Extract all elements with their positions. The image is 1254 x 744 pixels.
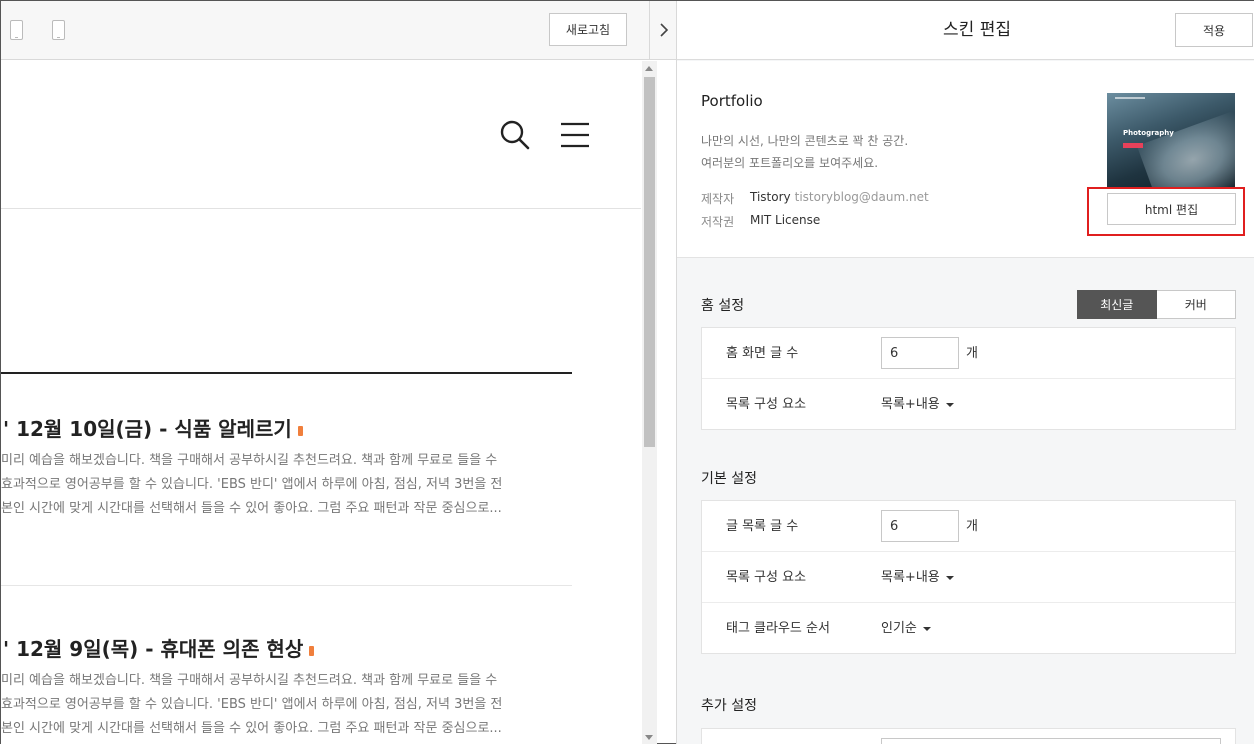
collapse-preview-button[interactable] xyxy=(649,1,677,60)
skin-thumbnail: Photography xyxy=(1107,93,1235,187)
extra-settings-box xyxy=(701,728,1236,744)
post-list-count-input[interactable] xyxy=(881,510,959,542)
skin-info-card: Portfolio 나만의 시선, 나만의 콘텐츠로 꽉 찬 공간. 여러분의 … xyxy=(677,61,1254,258)
editor-header: 스킨 편집 적용 xyxy=(677,1,1254,60)
home-settings-title: 홈 설정 xyxy=(701,298,745,314)
post-title[interactable]: ' 12월 9일(목) - 휴대폰 의존 현상 xyxy=(3,633,315,662)
list-elements-select[interactable]: 목록+내용 xyxy=(881,552,954,603)
home-list-elements-select[interactable]: 목록+내용 xyxy=(881,379,954,430)
tag-cloud-order-row: 태그 클라우드 순서 인기순 xyxy=(702,603,1235,654)
home-list-elements-row: 목록 구성 요소 목록+내용 xyxy=(702,379,1235,430)
tablet-view-icon[interactable] xyxy=(10,20,23,40)
author-value: Tistory tistoryblog@daum.net xyxy=(750,190,929,204)
apply-button[interactable]: 적용 xyxy=(1175,13,1253,47)
caret-down-icon xyxy=(945,402,954,407)
blog-preview: ' 12월 10일(금) - 식품 알레르기 미리 예습을 해보겠습니다. 책을… xyxy=(1,61,657,744)
post-excerpt: 미리 예습을 해보겠습니다. 책을 구매해서 공부하시길 추천드려요. 책과 함… xyxy=(1,453,503,516)
basic-settings-title: 기본 설정 xyxy=(701,471,757,487)
caret-down-icon xyxy=(945,575,954,580)
skin-description: 여러분의 포트폴리오를 보여주세요. xyxy=(701,156,879,170)
post-excerpt: 미리 예습을 해보겠습니다. 책을 구매해서 공부하시길 추천드려요. 책과 함… xyxy=(1,673,503,736)
header-divider xyxy=(1,208,641,209)
skin-editor-panel: 스킨 편집 적용 Portfolio 나만의 시선, 나만의 콘텐츠로 꽉 찬 … xyxy=(677,1,1254,744)
home-post-count-row: 홈 화면 글 수 개 xyxy=(702,328,1235,379)
post-divider xyxy=(1,585,572,586)
home-post-count-input[interactable] xyxy=(881,337,959,369)
post-item[interactable]: ' 12월 10일(금) - 식품 알레르기 미리 예습을 해보겠습니다. 책을… xyxy=(1,413,572,593)
new-badge-icon xyxy=(309,645,315,656)
thumbnail-caption: Photography xyxy=(1123,129,1174,137)
preview-toolbar: 새로고침 xyxy=(1,1,657,60)
post-title[interactable]: ' 12월 10일(금) - 식품 알레르기 xyxy=(3,413,303,442)
scroll-up-icon[interactable] xyxy=(645,66,653,71)
scroll-down-icon[interactable] xyxy=(645,735,653,740)
tag-cloud-order-select[interactable]: 인기순 xyxy=(881,603,931,654)
skin-name: Portfolio xyxy=(701,92,763,110)
menu-icon[interactable] xyxy=(559,121,591,149)
preview-scrollbar[interactable] xyxy=(642,61,657,744)
search-icon[interactable] xyxy=(499,119,531,151)
html-edit-button[interactable]: html 편집 xyxy=(1107,193,1236,225)
basic-settings-box: 글 목록 글 수 개 목록 구성 요소 목록+내용 태그 클라우드 순서 인기순 xyxy=(701,500,1236,654)
license-label: 저작권 xyxy=(701,215,735,229)
list-elements-row: 목록 구성 요소 목록+내용 xyxy=(702,552,1235,603)
toggle-cover-button[interactable]: 커버 xyxy=(1156,290,1236,319)
new-badge-icon xyxy=(297,425,303,436)
refresh-button[interactable]: 새로고침 xyxy=(549,13,627,46)
scroll-thumb[interactable] xyxy=(644,77,655,447)
extra-settings-input[interactable] xyxy=(881,738,1221,744)
page-title: 스킨 편집 xyxy=(943,20,1011,40)
post-list-count-row: 글 목록 글 수 개 xyxy=(702,501,1235,552)
extra-settings-title: 추가 설정 xyxy=(701,698,757,714)
home-type-toggle[interactable]: 최신글 커버 xyxy=(1077,290,1236,319)
home-settings-box: 홈 화면 글 수 개 목록 구성 요소 목록+내용 xyxy=(701,327,1236,430)
caret-down-icon xyxy=(922,626,931,631)
post-item[interactable]: ' 12월 9일(목) - 휴대폰 의존 현상 미리 예습을 해보겠습니다. 책… xyxy=(1,633,572,744)
toggle-latest-button[interactable]: 최신글 xyxy=(1077,290,1157,319)
chevron-right-icon xyxy=(659,23,668,37)
preview-pane: 새로고침 ' 12월 10일(금) - 식품 알레르기 미리 예습을 해보겠습니… xyxy=(1,1,657,744)
pane-splitter xyxy=(676,1,677,744)
license-value: MIT License xyxy=(750,213,821,227)
skin-description: 나만의 시선, 나만의 콘텐츠로 꽉 찬 공간. xyxy=(701,134,909,148)
list-divider xyxy=(1,372,572,374)
author-label: 제작자 xyxy=(701,192,735,206)
mobile-view-icon[interactable] xyxy=(52,20,65,40)
